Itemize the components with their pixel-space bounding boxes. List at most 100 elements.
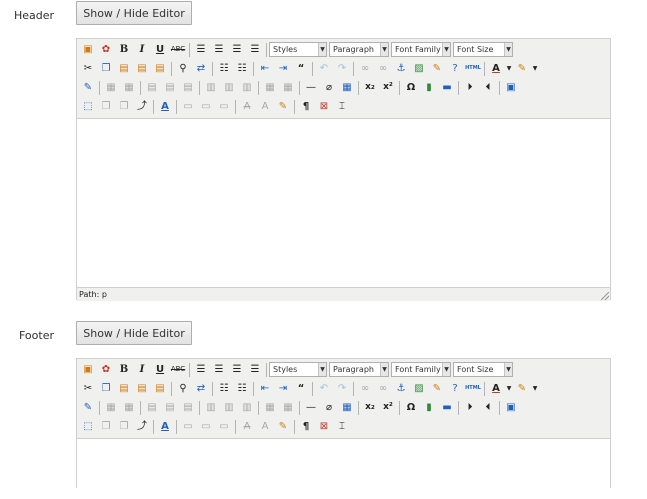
anchor-icon[interactable]: ⚓ bbox=[392, 380, 410, 398]
media-icon[interactable]: ▮ bbox=[420, 399, 438, 417]
strikethrough-button[interactable]: ABC bbox=[169, 361, 187, 379]
visual-aid-icon[interactable]: ▦ bbox=[338, 399, 356, 417]
align-right-icon[interactable]: ☰ bbox=[228, 41, 246, 59]
paste-icon[interactable]: ▤ bbox=[115, 60, 133, 78]
cut-icon[interactable]: ✂ bbox=[79, 60, 97, 78]
ltr-icon[interactable]: ⏵ bbox=[461, 79, 479, 97]
edit-css-icon[interactable]: ✎ bbox=[79, 399, 97, 417]
absolute-position-icon[interactable]: ⤴ bbox=[133, 98, 151, 116]
table-cell-props-icon[interactable]: ▦ bbox=[120, 79, 138, 97]
rtl-icon[interactable]: ⏴ bbox=[479, 399, 497, 417]
table-row-props-icon[interactable]: ▦ bbox=[102, 79, 120, 97]
move-backward-icon[interactable]: ❐ bbox=[115, 418, 133, 436]
italic-button[interactable]: I bbox=[133, 361, 151, 379]
align-center-icon[interactable]: ☰ bbox=[210, 361, 228, 379]
split-cells-icon[interactable]: ▦ bbox=[261, 79, 279, 97]
replace-icon[interactable]: ⇄ bbox=[192, 60, 210, 78]
unlink-icon[interactable]: ∞ bbox=[374, 380, 392, 398]
move-forward-icon[interactable]: ❐ bbox=[97, 418, 115, 436]
split-cells-icon[interactable]: ▦ bbox=[261, 399, 279, 417]
font-size-select[interactable]: Font Size ▼ bbox=[453, 362, 513, 377]
chevron-down-icon[interactable]: ▼ bbox=[531, 380, 539, 398]
delete-col-icon[interactable]: ▥ bbox=[238, 79, 256, 97]
insert-text-icon[interactable]: A bbox=[256, 418, 274, 436]
subscript-button[interactable]: x₂ bbox=[361, 79, 379, 97]
indent-icon[interactable]: ⇥ bbox=[274, 60, 292, 78]
cite-icon[interactable]: ▭ bbox=[179, 98, 197, 116]
html-source-icon[interactable]: HTML bbox=[464, 380, 482, 398]
styleprops-icon[interactable]: A bbox=[156, 98, 174, 116]
advanced-hr-icon[interactable]: ▬ bbox=[438, 79, 456, 97]
italic-button[interactable]: I bbox=[133, 41, 151, 59]
superscript-button[interactable]: x² bbox=[379, 79, 397, 97]
resize-handle[interactable] bbox=[601, 292, 609, 300]
insert-text-icon[interactable]: A bbox=[256, 98, 274, 116]
numbered-list-icon[interactable]: ☷ bbox=[233, 380, 251, 398]
link-icon[interactable]: ∞ bbox=[356, 60, 374, 78]
advanced-hr-icon[interactable]: ▬ bbox=[438, 399, 456, 417]
redo-icon[interactable]: ↷ bbox=[333, 380, 351, 398]
paste-word-icon[interactable]: ▤ bbox=[151, 60, 169, 78]
paste-word-icon[interactable]: ▤ bbox=[151, 380, 169, 398]
attributes-icon[interactable]: ✎ bbox=[274, 418, 292, 436]
bold-button[interactable]: B bbox=[115, 41, 133, 59]
image-icon[interactable]: ▨ bbox=[410, 380, 428, 398]
cleanup-brush-icon[interactable]: ✎ bbox=[428, 380, 446, 398]
text-color-icon[interactable]: A bbox=[487, 380, 505, 398]
styles-select[interactable]: Styles ▼ bbox=[269, 42, 327, 57]
superscript-button[interactable]: x² bbox=[379, 399, 397, 417]
merge-cells-icon[interactable]: ▦ bbox=[279, 79, 297, 97]
chevron-down-icon[interactable]: ▼ bbox=[505, 380, 513, 398]
bullet-list-icon[interactable]: ☷ bbox=[215, 60, 233, 78]
blockquote-icon[interactable]: “ bbox=[292, 60, 310, 78]
table-row-props-icon[interactable]: ▦ bbox=[102, 399, 120, 417]
insert-row-after-icon[interactable]: ▤ bbox=[161, 399, 179, 417]
move-forward-icon[interactable]: ❐ bbox=[97, 98, 115, 116]
blockquote-icon[interactable]: “ bbox=[292, 380, 310, 398]
paste-text-icon[interactable]: ▤ bbox=[133, 60, 151, 78]
align-justify-icon[interactable]: ☰ bbox=[246, 41, 264, 59]
unlink-icon[interactable]: ∞ bbox=[374, 60, 392, 78]
horizontal-rule-button[interactable]: — bbox=[302, 399, 320, 417]
indent-icon[interactable]: ⇥ bbox=[274, 380, 292, 398]
align-justify-icon[interactable]: ☰ bbox=[246, 361, 264, 379]
chevron-down-icon[interactable]: ▼ bbox=[505, 60, 513, 78]
cut-icon[interactable]: ✂ bbox=[79, 380, 97, 398]
insert-col-after-icon[interactable]: ▥ bbox=[220, 79, 238, 97]
replace-icon[interactable]: ⇄ bbox=[192, 380, 210, 398]
ltr-icon[interactable]: ⏵ bbox=[461, 399, 479, 417]
footer-content-area[interactable] bbox=[77, 439, 610, 499]
cleanup-icon[interactable]: ✿ bbox=[97, 361, 115, 379]
move-backward-icon[interactable]: ❐ bbox=[115, 98, 133, 116]
find-icon[interactable]: ⚲ bbox=[174, 60, 192, 78]
pagebreak-icon[interactable]: ⌶ bbox=[333, 418, 351, 436]
background-color-icon[interactable]: ✎ bbox=[513, 60, 531, 78]
bullet-list-icon[interactable]: ☷ bbox=[215, 380, 233, 398]
background-color-icon[interactable]: ✎ bbox=[513, 380, 531, 398]
chevron-down-icon[interactable]: ▼ bbox=[531, 60, 539, 78]
remove-format-icon[interactable]: ⌀ bbox=[320, 399, 338, 417]
copy-icon[interactable]: ❐ bbox=[97, 60, 115, 78]
rtl-icon[interactable]: ⏴ bbox=[479, 79, 497, 97]
underline-button[interactable]: U bbox=[151, 361, 169, 379]
insert-col-before-icon[interactable]: ▥ bbox=[202, 79, 220, 97]
numbered-list-icon[interactable]: ☷ bbox=[233, 60, 251, 78]
insert-col-before-icon[interactable]: ▥ bbox=[202, 399, 220, 417]
align-right-icon[interactable]: ☰ bbox=[228, 361, 246, 379]
header-content-area[interactable] bbox=[77, 119, 610, 287]
new-document-icon[interactable]: ▣ bbox=[79, 41, 97, 59]
insert-layer-icon[interactable]: ⬚ bbox=[79, 98, 97, 116]
cleanup-brush-icon[interactable]: ✎ bbox=[428, 60, 446, 78]
align-left-icon[interactable]: ☰ bbox=[192, 41, 210, 59]
delete-row-icon[interactable]: ▤ bbox=[179, 79, 197, 97]
fullscreen-icon[interactable]: ▣ bbox=[502, 399, 520, 417]
redo-icon[interactable]: ↷ bbox=[333, 60, 351, 78]
font-family-select[interactable]: Font Family ▼ bbox=[391, 42, 451, 57]
outdent-icon[interactable]: ⇤ bbox=[256, 60, 274, 78]
text-color-icon[interactable]: A bbox=[487, 60, 505, 78]
visual-aid-icon[interactable]: ▦ bbox=[338, 79, 356, 97]
abbr-icon[interactable]: ▭ bbox=[197, 418, 215, 436]
copy-icon[interactable]: ❐ bbox=[97, 380, 115, 398]
delete-text-icon[interactable]: A bbox=[238, 98, 256, 116]
help-icon[interactable]: ? bbox=[446, 380, 464, 398]
